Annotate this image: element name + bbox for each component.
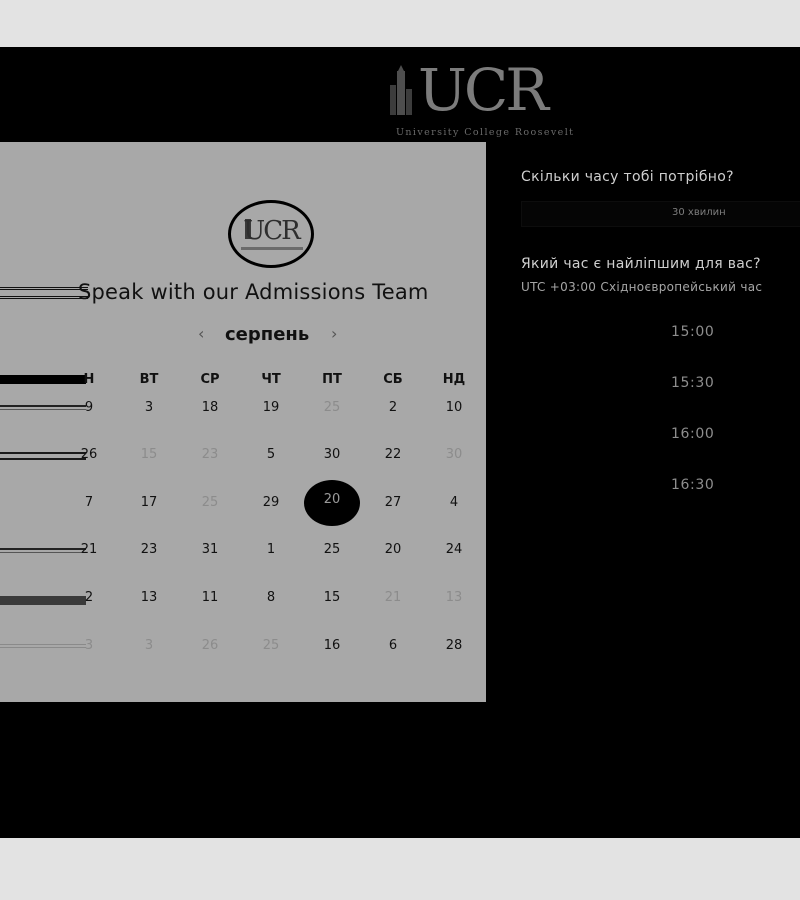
weekday-header: ПТ (322, 372, 342, 387)
day-cell[interactable]: 25 (307, 539, 357, 561)
day-cell[interactable]: 2 (64, 587, 114, 609)
day-cell[interactable]: 3 (124, 397, 174, 419)
bottom-band (0, 838, 800, 900)
day-cell: 23 (201, 447, 219, 462)
card-title: Speak with our Admissions Team (78, 280, 429, 304)
card-logo-underline (241, 247, 303, 250)
day-cell[interactable]: 23 (124, 539, 174, 561)
day-cell[interactable]: 11 (185, 587, 235, 609)
day-cell[interactable]: 1 (246, 539, 296, 561)
timezone-label[interactable]: UTC +03:00 Східноєвропейський час (521, 280, 762, 294)
card-logo-text: UCR (243, 216, 300, 246)
day-cell[interactable]: 31 (185, 539, 235, 561)
selected-day-cell[interactable]: 20 (304, 480, 360, 526)
header-logo: UCR University College Roosevelt (384, 56, 594, 138)
chevron-right-icon[interactable]: › (331, 322, 337, 346)
header-logo-text: UCR (418, 56, 549, 124)
month-label: серпень (225, 324, 310, 345)
day-cell: 30 (445, 447, 463, 462)
day-cell[interactable]: 2 (368, 397, 418, 419)
time-slot-button[interactable]: 16:00 (671, 426, 731, 442)
day-cell[interactable]: 20 (368, 539, 418, 561)
header-logo-subtitle: University College Roosevelt (396, 127, 575, 138)
day-cell: 15 (140, 447, 158, 462)
calendar-card: UCR Speak with our Admissions Team ‹ сер… (0, 142, 486, 702)
weekday-header: ЧТ (261, 372, 281, 387)
day-cell[interactable]: 26 (64, 444, 114, 466)
day-cell[interactable]: 9 (64, 397, 114, 419)
chevron-left-icon[interactable]: ‹ (198, 322, 204, 346)
weekday-header: СБ (383, 372, 403, 387)
weekday-header: ВТ (139, 372, 159, 387)
day-cell[interactable]: 19 (246, 397, 296, 419)
day-cell[interactable]: 8 (246, 587, 296, 609)
day-cell[interactable]: 24 (429, 539, 479, 561)
card-logo: UCR (228, 200, 314, 268)
day-cell[interactable]: 10 (429, 397, 479, 419)
day-cell: 13 (445, 590, 463, 605)
day-cell[interactable]: 4 (429, 492, 479, 514)
day-cell[interactable]: 28 (429, 635, 479, 657)
day-cell[interactable]: 16 (307, 635, 357, 657)
day-cell[interactable]: 17 (124, 492, 174, 514)
weekday-header: Н (83, 372, 95, 387)
duration-select[interactable]: 30 хвилин (521, 201, 800, 227)
day-cell: 3 (84, 638, 94, 653)
day-cell: 25 (262, 638, 280, 653)
day-cell[interactable]: 30 (307, 444, 357, 466)
day-cell[interactable]: 18 (185, 397, 235, 419)
day-cell: 25 (323, 400, 341, 415)
weekday-header: НД (442, 372, 466, 387)
tower-icon (390, 65, 412, 115)
day-cell[interactable]: 13 (124, 587, 174, 609)
day-cell[interactable]: 5 (246, 444, 296, 466)
day-cell[interactable]: 7 (64, 492, 114, 514)
time-slot-button[interactable]: 16:30 (671, 477, 731, 493)
day-cell[interactable]: 15 (307, 587, 357, 609)
month-navigation: ‹ серпень › (0, 322, 540, 348)
time-slot-button[interactable]: 15:30 (671, 375, 731, 391)
weekday-header: СР (200, 372, 220, 387)
duration-question: Скільки часу тобі потрібно? (521, 169, 734, 185)
title-decoration (0, 287, 88, 299)
day-cell[interactable]: 27 (368, 492, 418, 514)
scheduler-frame: UCR University College Roosevelt UCR Spe… (0, 47, 800, 838)
top-band (0, 0, 800, 47)
day-cell: 3 (144, 638, 154, 653)
day-cell: 25 (201, 495, 219, 510)
day-cell: 26 (201, 638, 219, 653)
time-slot-button[interactable]: 15:00 (671, 324, 731, 340)
day-cell: 21 (384, 590, 402, 605)
day-cell[interactable]: 6 (368, 635, 418, 657)
time-question: Який час є найліпшим для вас? (521, 256, 761, 272)
day-cell[interactable]: 21 (64, 539, 114, 561)
day-cell[interactable]: 29 (246, 492, 296, 514)
day-cell[interactable]: 22 (368, 444, 418, 466)
duration-value: 30 хвилин (672, 207, 726, 218)
